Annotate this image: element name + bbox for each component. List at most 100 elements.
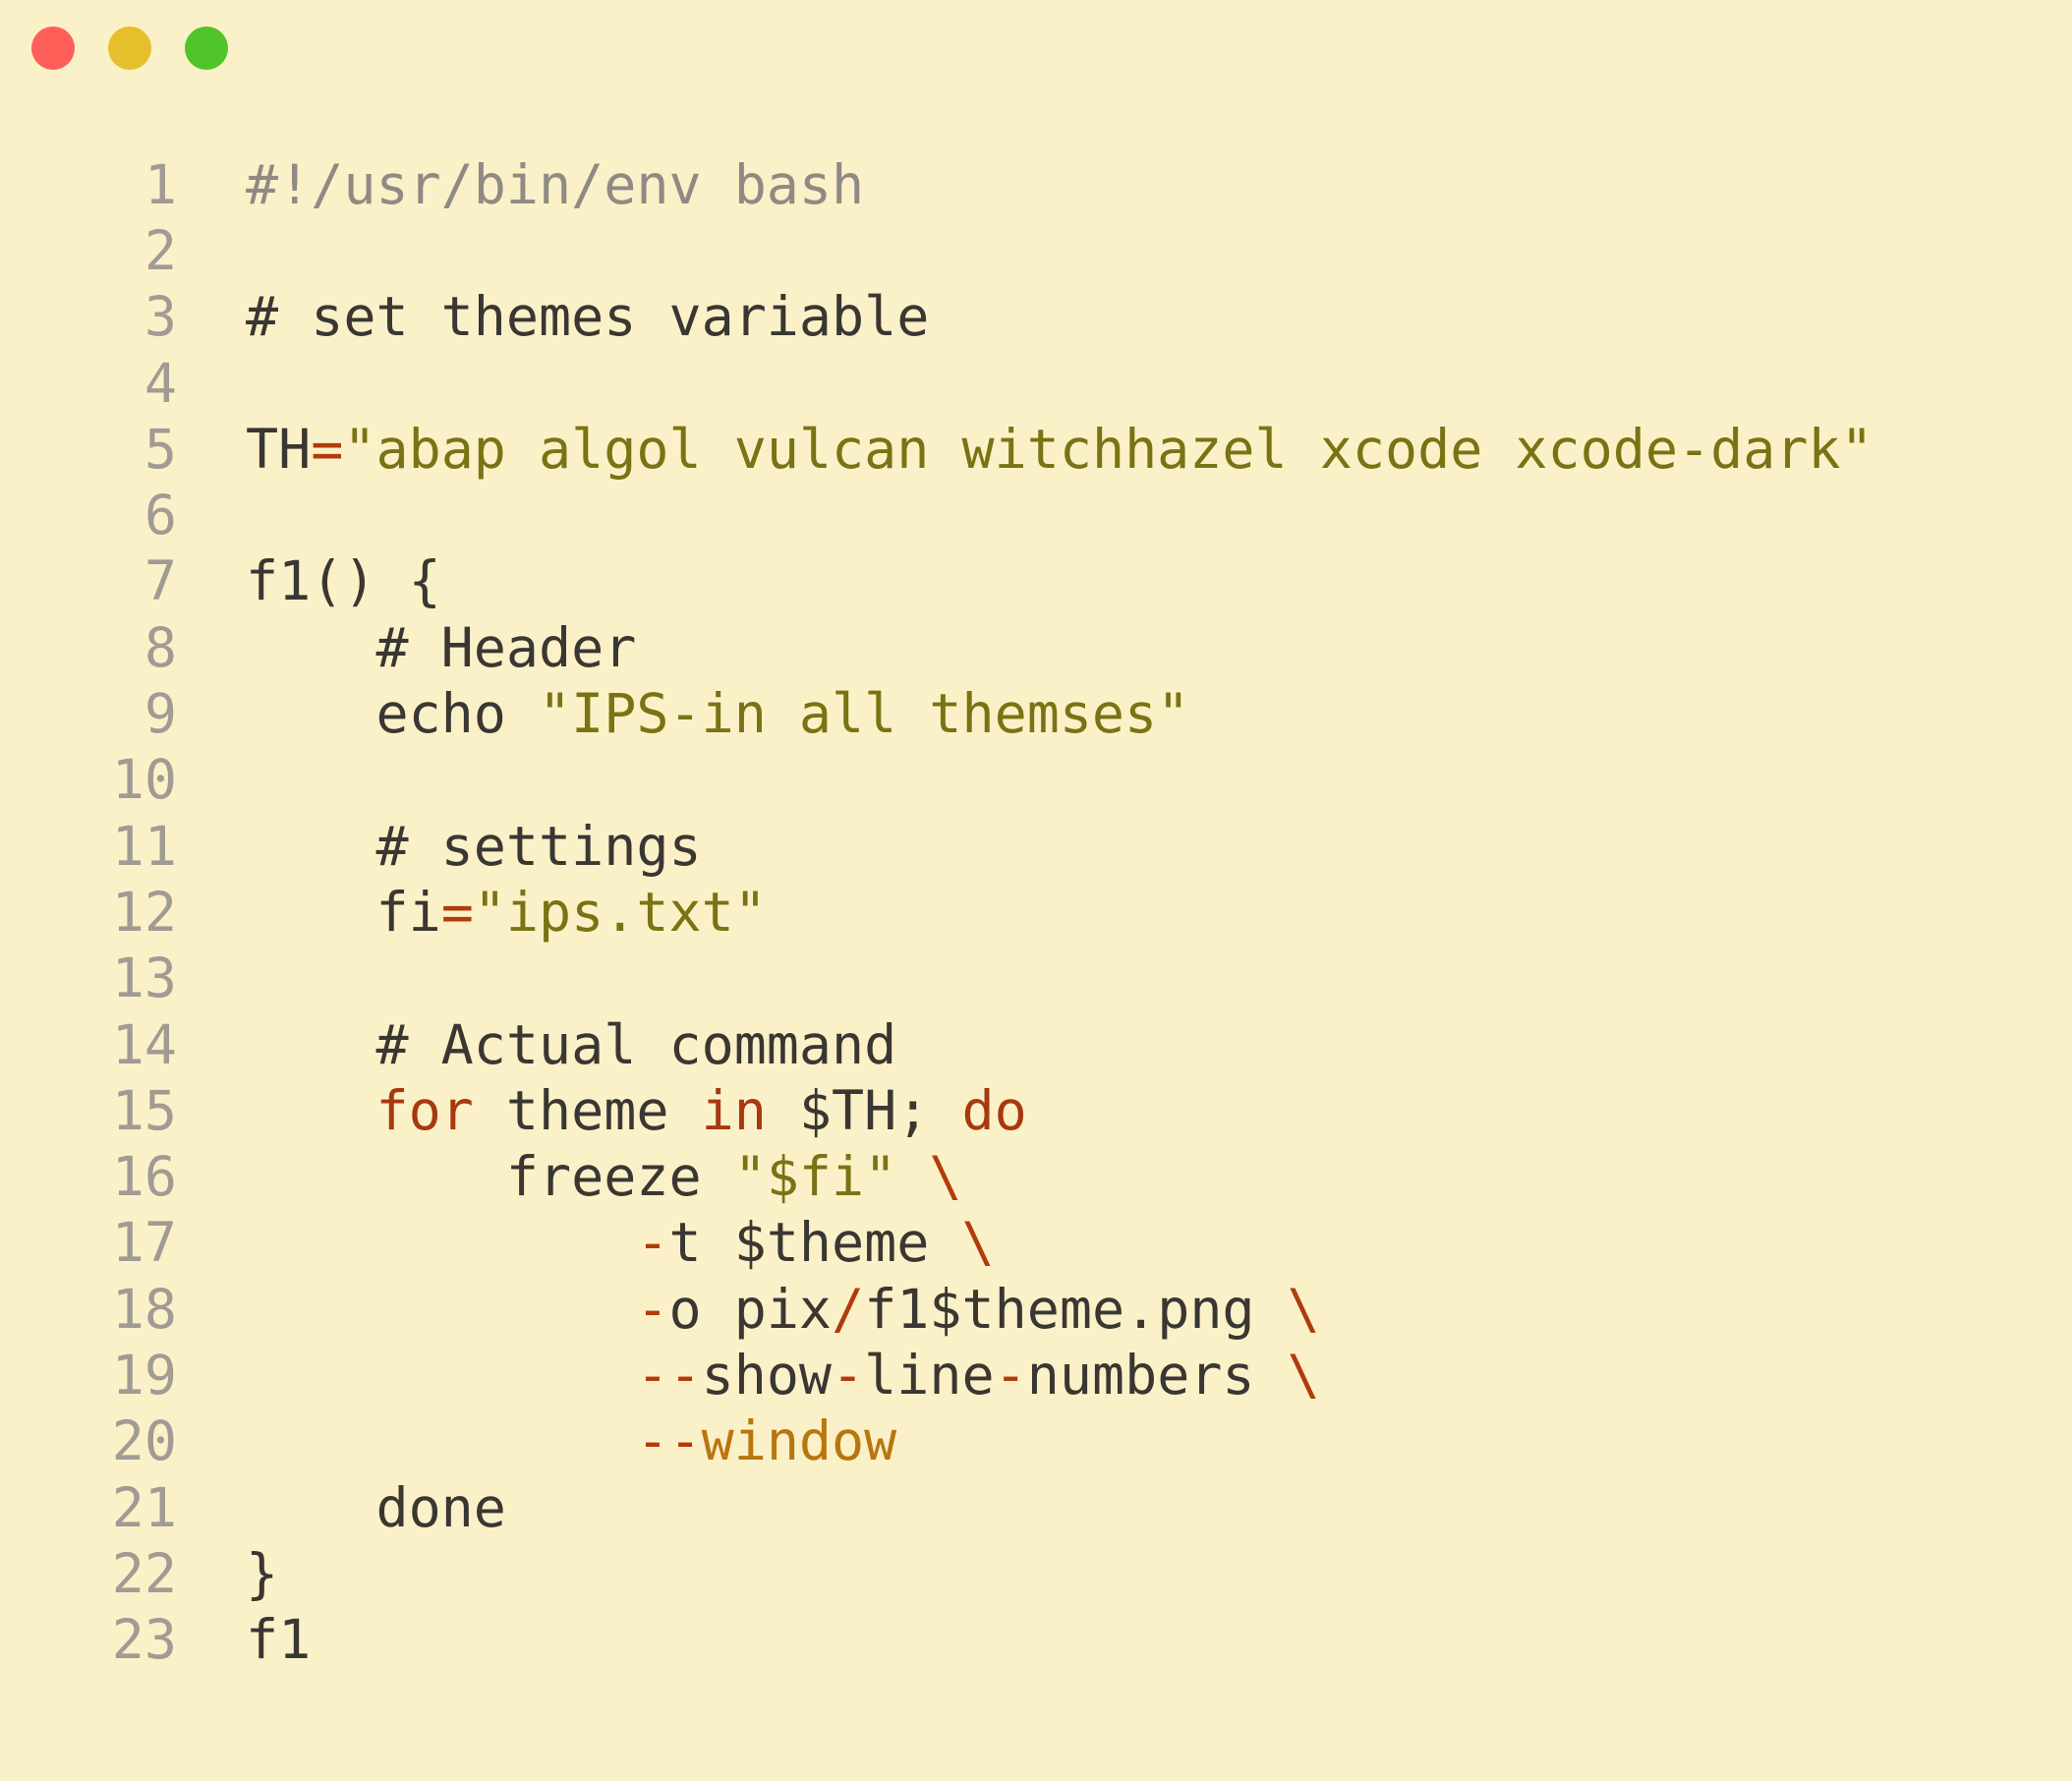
line-number: 16: [111, 1145, 177, 1209]
line-number: 1: [144, 152, 177, 216]
line-content: -o pix/f1$theme.png \: [177, 1277, 1320, 1341]
code-line: 14 # Actual command: [0, 1011, 1873, 1077]
code-token: numbers: [1026, 1343, 1288, 1407]
code-line: 15 for theme in $TH; do: [0, 1077, 1873, 1143]
code-token: echo: [246, 682, 540, 746]
code-line: 5 TH="abap algol vulcan witchhazel xcode …: [0, 416, 1873, 482]
code-window: 1 #!/usr/bin/env bash 2 3 # set themes varia…: [0, 0, 2072, 1781]
line-number: 5: [144, 417, 177, 481]
code-line: 19 --show-line-numbers \: [0, 1342, 1873, 1408]
line-number: 21: [111, 1475, 177, 1539]
code-token: do: [961, 1078, 1027, 1142]
code-token: "IPS-in all themses": [539, 682, 1190, 746]
line-number: 7: [144, 549, 177, 613]
code-token: f1: [246, 1608, 312, 1672]
line-content: #!/usr/bin/env bash: [177, 153, 864, 216]
line-content: }: [177, 1542, 278, 1605]
line-content: --window: [177, 1409, 896, 1472]
code-token: o pix: [668, 1277, 833, 1341]
line-content: # Actual command: [177, 1013, 896, 1076]
code-line: 1 #!/usr/bin/env bash: [0, 151, 1873, 217]
code-line: 21 done: [0, 1474, 1873, 1540]
code-token: $TH;: [766, 1078, 962, 1142]
line-content: --show-line-numbers \: [177, 1343, 1320, 1407]
line-number: 15: [111, 1078, 177, 1142]
code-line: 10: [0, 747, 1873, 813]
code-token: # Header: [246, 615, 637, 679]
line-number: 3: [144, 285, 177, 349]
minimize-button[interactable]: [108, 27, 151, 70]
code-token: # Actual command: [246, 1012, 897, 1076]
code-token: "abap algol vulcan witchhazel xcode xcod…: [343, 417, 1873, 481]
code-token: TH: [246, 417, 312, 481]
code-token: -: [636, 1211, 669, 1275]
close-button[interactable]: [31, 27, 75, 70]
code-token: t $theme: [668, 1211, 962, 1275]
code-token: for: [375, 1078, 474, 1142]
code-token: /: [832, 1277, 865, 1341]
line-number: 12: [111, 880, 177, 944]
code-token: freeze: [246, 1145, 734, 1209]
code-line: 11 # settings: [0, 813, 1873, 879]
code-line: 18 -o pix/f1$theme.png \: [0, 1276, 1873, 1342]
line-number: 23: [111, 1608, 177, 1672]
code-token: \: [961, 1211, 995, 1275]
code-token: in: [701, 1078, 767, 1142]
code-token: fi: [246, 880, 441, 944]
code-line: 22}: [0, 1540, 1873, 1606]
line-number: 8: [144, 615, 177, 679]
code-token: f1() {: [246, 549, 441, 613]
line-number: 22: [111, 1541, 177, 1605]
code-line: 3 # set themes variable: [0, 284, 1873, 350]
line-content: for theme in $TH; do: [177, 1078, 1027, 1142]
code-editor: 1 #!/usr/bin/env bash 2 3 # set themes varia…: [0, 151, 1873, 1673]
zoom-button[interactable]: [185, 27, 228, 70]
code-token: done: [246, 1475, 506, 1539]
code-token: =: [440, 880, 474, 944]
code-line: 23 f1: [0, 1607, 1873, 1673]
code-token: --: [636, 1343, 702, 1407]
code-line: 20 --window: [0, 1408, 1873, 1474]
line-content: -t $theme \: [177, 1211, 995, 1275]
line-number: 11: [111, 814, 177, 878]
code-line: 4: [0, 350, 1873, 416]
line-number: 19: [111, 1343, 177, 1407]
code-token: -: [994, 1343, 1027, 1407]
code-line: 12 fi="ips.txt": [0, 879, 1873, 945]
line-number: 18: [111, 1277, 177, 1341]
code-line: 13: [0, 946, 1873, 1011]
window-controls: [31, 27, 228, 70]
line-number: 13: [111, 947, 177, 1010]
code-line: 7 f1() {: [0, 548, 1873, 614]
code-token: #!/usr/bin/env bash: [246, 152, 865, 216]
code-line: 6: [0, 482, 1873, 547]
code-token: show: [701, 1343, 833, 1407]
code-line: 8 # Header: [0, 614, 1873, 680]
code-token: \: [929, 1145, 962, 1209]
code-token: =: [311, 417, 344, 481]
code-token: \: [1287, 1343, 1320, 1407]
code-token: window: [701, 1409, 897, 1473]
line-number: 17: [111, 1211, 177, 1275]
line-content: echo "IPS-in all themses": [177, 682, 1189, 745]
code-token: }: [246, 1541, 279, 1605]
line-content: f1: [177, 1608, 311, 1671]
code-token: f1$theme.png: [864, 1277, 1288, 1341]
code-token: --: [636, 1409, 702, 1473]
line-number: 6: [144, 484, 177, 547]
line-number: 2: [144, 218, 177, 282]
code-token: -: [832, 1343, 865, 1407]
code-token: line: [864, 1343, 995, 1407]
code-token: \: [1287, 1277, 1320, 1341]
line-content: done: [177, 1475, 506, 1539]
line-content: f1() {: [177, 549, 441, 612]
line-content: TH="abap algol vulcan witchhazel xcode x…: [177, 418, 1873, 481]
line-content: # set themes variable: [177, 285, 929, 348]
code-token: -: [636, 1277, 669, 1341]
